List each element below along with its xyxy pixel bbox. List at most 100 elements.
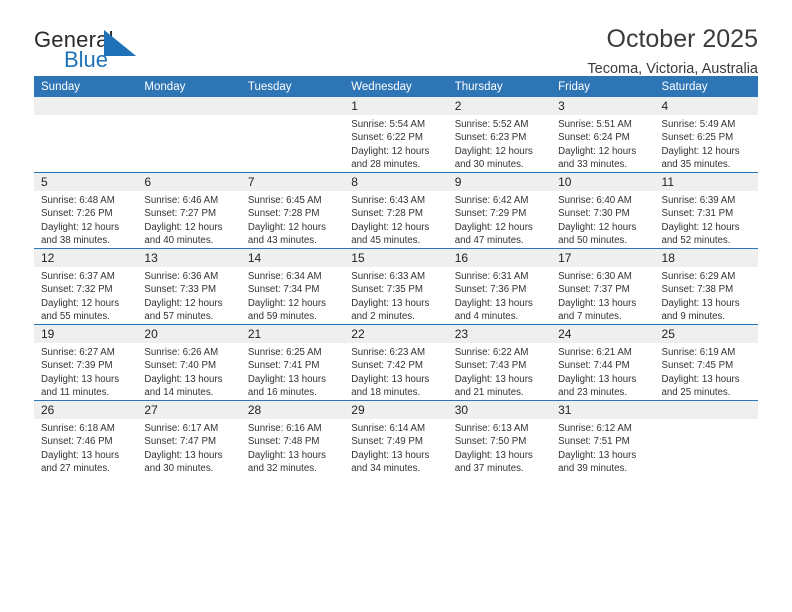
calendar-day-cell[interactable]: 18 Sunrise: 6:29 AM Sunset: 7:38 PM Dayligh… [654,248,758,325]
calendar-day-cell[interactable]: 14 Sunrise: 6:34 AM Sunset: 7:34 PM Dayligh… [240,248,345,325]
day-number: 7 [240,173,345,191]
sunrise-time: Sunrise: 6:18 AM [41,423,115,434]
calendar-day-cell[interactable]: 11 Sunrise: 6:39 AM Sunset: 7:31 PM Dayligh… [654,172,758,249]
sunrise-time: Sunrise: 6:31 AM [454,271,529,282]
calendar-day-cell[interactable]: 3 Sunrise: 5:51 AM Sunset: 6:24 PM Daylight… [551,97,655,173]
sunrise-time: Sunrise: 6:14 AM [351,423,426,434]
day-sun-info: Sunrise: 6:26 AM Sunset: 7:40 PM Daylight:… [137,343,240,399]
calendar-day-cell[interactable]: 19 Sunrise: 6:27 AM Sunset: 7:39 PM Dayligh… [34,324,138,401]
day-number: 1 [344,97,448,115]
daylight-duration-line2: and 27 minutes. [41,462,110,474]
day-sun-info: Sunrise: 6:36 AM Sunset: 7:33 PM Daylight:… [137,267,240,323]
sunset-time: Sunset: 7:37 PM [558,284,630,296]
calendar-day-cell[interactable]: 22 Sunrise: 6:23 AM Sunset: 7:42 PM Dayligh… [344,324,448,401]
calendar-day-cell[interactable]: 20 Sunrise: 6:26 AM Sunset: 7:40 PM Dayligh… [137,324,241,401]
calendar-day-cell[interactable]: 8 Sunrise: 6:43 AM Sunset: 7:28 PM Daylight… [344,172,448,249]
sunset-time: Sunset: 7:43 PM [454,360,527,372]
calendar-day-cell[interactable]: 26 Sunrise: 6:18 AM Sunset: 7:46 PM Dayligh… [34,400,138,476]
calendar-day-cell[interactable]: 2 Sunrise: 5:52 AM Sunset: 6:23 PM Daylight… [447,97,552,173]
sunset-time: Sunset: 6:22 PM [351,132,423,144]
sunrise-time: Sunrise: 6:46 AM [144,195,219,206]
daylight-duration-line2: and 25 minutes. [661,386,731,398]
calendar-day-cell[interactable]: 28 Sunrise: 6:16 AM Sunset: 7:48 PM Dayligh… [240,400,345,476]
calendar-day-cell[interactable]: 12 Sunrise: 6:37 AM Sunset: 7:32 PM Dayligh… [34,248,138,325]
sunset-time: Sunset: 7:28 PM [247,208,320,220]
sunset-time: Sunset: 7:47 PM [144,436,217,448]
day-sun-info: Sunrise: 5:51 AM Sunset: 6:24 PM Daylight:… [551,115,654,171]
weekday-header-tuesday: Tuesday [240,76,345,97]
title-block: October 2025 Tecoma, Victoria, Australia [587,26,758,78]
day-number: 4 [654,97,758,115]
day-number: 15 [344,249,448,267]
daylight-duration-line1: Daylight: 12 hours [351,145,430,157]
calendar-day-cell[interactable]: 4 Sunrise: 5:49 AM Sunset: 6:25 PM Daylight… [654,97,758,173]
daylight-duration-line1: Daylight: 13 hours [661,297,740,309]
sunrise-time: Sunrise: 6:17 AM [144,423,219,434]
calendar-day-cell[interactable]: 9 Sunrise: 6:42 AM Sunset: 7:29 PM Daylight… [447,172,552,249]
calendar-day-cell[interactable]: 15 Sunrise: 6:33 AM Sunset: 7:35 PM Dayligh… [344,248,448,325]
sunset-time: Sunset: 6:25 PM [661,132,734,144]
day-number: 13 [137,249,241,267]
sunrise-time: Sunrise: 6:29 AM [661,271,736,282]
daylight-duration-line1: Daylight: 12 hours [41,221,120,233]
daylight-duration-line1: Daylight: 13 hours [454,297,533,309]
day-number: 21 [240,325,345,343]
daylight-duration-line1: Daylight: 12 hours [558,145,637,157]
day-sun-info: Sunrise: 6:29 AM Sunset: 7:38 PM Daylight:… [655,267,758,323]
calendar-day-cell[interactable]: 16 Sunrise: 6:31 AM Sunset: 7:36 PM Dayligh… [447,248,552,325]
calendar-day-cell[interactable]: 29 Sunrise: 6:14 AM Sunset: 7:49 PM Dayligh… [344,400,448,476]
calendar-day-cell[interactable]: 7 Sunrise: 6:45 AM Sunset: 7:28 PM Daylight… [240,172,345,249]
day-number: 12 [34,249,138,267]
sunrise-time: Sunrise: 6:13 AM [454,423,529,434]
daylight-duration-line2: and 7 minutes. [558,310,622,322]
day-sun-info: Sunrise: 6:23 AM Sunset: 7:42 PM Daylight:… [344,343,447,399]
calendar-day-cell[interactable]: 23 Sunrise: 6:22 AM Sunset: 7:43 PM Dayligh… [447,324,552,401]
day-number: 27 [137,401,241,419]
day-sun-info: Sunrise: 6:13 AM Sunset: 7:50 PM Daylight:… [448,419,551,475]
day-sun-info: Sunrise: 6:42 AM Sunset: 7:29 PM Daylight:… [448,191,551,247]
day-number: 26 [34,401,138,419]
day-number: 9 [447,173,552,191]
sunrise-time: Sunrise: 6:16 AM [247,423,322,434]
day-sun-info: Sunrise: 6:34 AM Sunset: 7:34 PM Daylight:… [241,267,344,323]
daylight-duration-line1: Daylight: 13 hours [144,449,223,461]
calendar-day-cell[interactable]: 17 Sunrise: 6:30 AM Sunset: 7:37 PM Dayligh… [551,248,655,325]
sunset-time: Sunset: 7:40 PM [144,360,217,372]
daylight-duration-line2: and 50 minutes. [558,234,628,246]
calendar-day-cell[interactable]: 13 Sunrise: 6:36 AM Sunset: 7:33 PM Dayligh… [137,248,241,325]
daylight-duration-line1: Daylight: 13 hours [454,449,533,461]
daylight-duration-line2: and 38 minutes. [41,234,110,246]
day-number: 3 [551,97,655,115]
weekday-header-sunday: Sunday [34,76,138,97]
sunset-time: Sunset: 7:35 PM [351,284,423,296]
calendar-day-cell[interactable]: 24 Sunrise: 6:21 AM Sunset: 7:44 PM Dayligh… [551,324,655,401]
day-number [34,97,138,115]
brand-logo[interactable]: General Blue [34,26,166,74]
sunrise-time: Sunrise: 5:51 AM [558,119,632,130]
calendar-day-cell-empty [240,97,345,173]
calendar-day-cell[interactable]: 1 Sunrise: 5:54 AM Sunset: 6:22 PM Daylight… [344,97,448,173]
sunrise-time: Sunrise: 6:34 AM [247,271,322,282]
calendar-day-cell[interactable]: 31 Sunrise: 6:12 AM Sunset: 7:51 PM Dayligh… [551,400,655,476]
calendar-day-cell[interactable]: 27 Sunrise: 6:17 AM Sunset: 7:47 PM Dayligh… [137,400,241,476]
calendar-day-cell[interactable]: 6 Sunrise: 6:46 AM Sunset: 7:27 PM Daylight… [137,172,241,249]
calendar-week-row: 1 Sunrise: 5:54 AM Sunset: 6:22 PM Daylight… [34,97,758,173]
daylight-duration-line2: and 43 minutes. [247,234,317,246]
calendar-day-cell[interactable]: 5 Sunrise: 6:48 AM Sunset: 7:26 PM Daylight… [34,172,138,249]
daylight-duration-line1: Daylight: 13 hours [558,297,637,309]
calendar-page: General Blue October 2025 Tecoma, Victor… [0,0,792,612]
calendar-day-cell[interactable]: 25 Sunrise: 6:19 AM Sunset: 7:45 PM Dayligh… [654,324,758,401]
daylight-duration-line2: and 33 minutes. [558,158,628,170]
weekday-header-saturday: Saturday [654,76,758,97]
daylight-duration-line2: and 14 minutes. [144,386,214,398]
sunrise-time: Sunrise: 6:42 AM [454,195,529,206]
calendar-day-cell[interactable]: 10 Sunrise: 6:40 AM Sunset: 7:30 PM Dayligh… [551,172,655,249]
weekday-header-row: Sunday Monday Tuesday Wednesday Thursday… [34,76,758,97]
sunset-time: Sunset: 6:24 PM [558,132,630,144]
daylight-duration-line1: Daylight: 12 hours [558,221,637,233]
day-sun-info: Sunrise: 6:33 AM Sunset: 7:35 PM Daylight:… [344,267,447,323]
calendar-day-cell[interactable]: 21 Sunrise: 6:25 AM Sunset: 7:41 PM Dayligh… [240,324,345,401]
calendar-day-cell[interactable]: 30 Sunrise: 6:13 AM Sunset: 7:50 PM Dayligh… [447,400,552,476]
daylight-duration-line1: Daylight: 13 hours [247,449,326,461]
sunrise-time: Sunrise: 5:49 AM [661,119,736,130]
